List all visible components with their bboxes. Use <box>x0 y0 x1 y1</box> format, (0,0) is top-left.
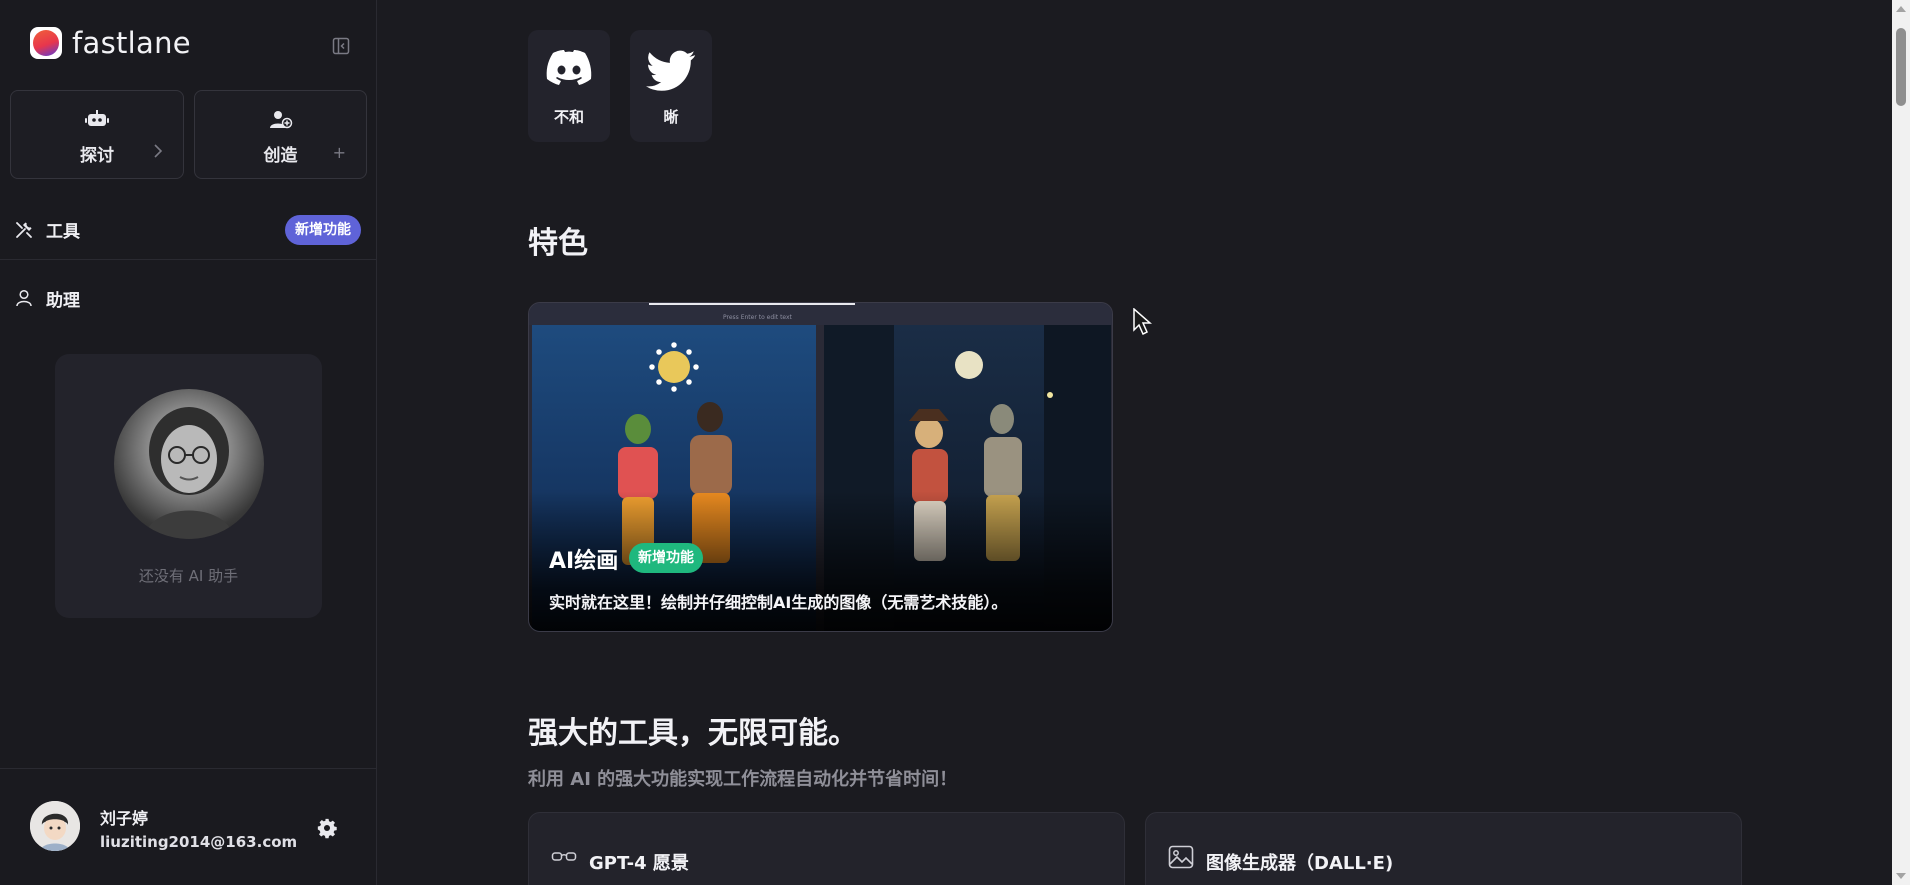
scroll-down-icon[interactable] <box>1896 873 1906 879</box>
collapse-sidebar-icon[interactable] <box>330 35 352 57</box>
discord-icon <box>546 50 592 90</box>
add-user-icon <box>269 109 293 133</box>
tools-icon <box>14 220 34 240</box>
card-topbar: Press Enter to edit text <box>529 303 1112 325</box>
assistant-avatar <box>114 389 264 539</box>
sidebar-item-tools-label: 工具 <box>46 222 80 242</box>
gpt4-vision-card[interactable]: GPT-4 愿景 <box>528 812 1125 885</box>
twitter-button[interactable]: 晰 <box>630 30 712 142</box>
user-icon <box>14 288 34 308</box>
discord-label: 不和 <box>553 108 584 126</box>
sidebar-item-assistant[interactable]: 助理 <box>0 268 377 328</box>
featured-title: 特色 <box>528 226 588 261</box>
avatar[interactable] <box>30 801 80 851</box>
sidebar: fastlane 探讨 创造 + 工具 新增功能 助理 还没有 AI 助手 刘子… <box>0 0 377 885</box>
user-name: 刘子婷 <box>100 809 149 828</box>
gpt4-vision-label: GPT-4 愿景 <box>589 853 689 874</box>
tools-section-subtitle: 利用 AI 的强大功能实现工作流程自动化并节省时间！ <box>528 769 958 790</box>
scroll-up-icon[interactable] <box>1896 6 1906 12</box>
image-icon <box>1168 845 1194 873</box>
user-profile[interactable]: 刘子婷 liuziting2014@163.com <box>0 768 377 885</box>
image-generator-label: 图像生成器（DALL·E) <box>1206 853 1394 874</box>
twitter-label: 晰 <box>663 108 679 126</box>
new-feature-badge: 新增功能 <box>629 543 703 573</box>
mouse-cursor-icon <box>1133 307 1153 340</box>
main-content: 不和 晰 特色 Press Enter to edit text AI绘画 新增… <box>378 0 1892 885</box>
card-title: AI绘画 <box>549 549 619 574</box>
robot-icon <box>85 109 109 133</box>
ai-drawing-card[interactable]: Press Enter to edit text AI绘画 新增功能 实时就在这… <box>528 302 1113 632</box>
brand[interactable]: fastlane <box>30 26 191 60</box>
chevron-right-icon <box>153 143 163 162</box>
glasses-icon <box>551 849 577 869</box>
explore-button[interactable]: 探讨 <box>10 90 184 179</box>
brand-logo-icon <box>30 27 62 59</box>
twitter-icon <box>646 50 696 96</box>
tools-section-title: 强大的工具，无限可能。 <box>528 716 858 751</box>
page-scrollbar[interactable] <box>1892 0 1910 885</box>
image-generator-card[interactable]: 图像生成器（DALL·E) <box>1145 812 1742 885</box>
card-description: 实时就在这里！绘制并仔细控制AI生成的图像（无需艺术技能）。 <box>549 593 1008 612</box>
card-topbar-text: Press Enter to edit text <box>723 314 792 321</box>
scrollbar-thumb[interactable] <box>1896 28 1906 106</box>
sidebar-item-assistant-label: 助理 <box>46 290 80 311</box>
gear-icon[interactable] <box>316 817 338 839</box>
app-window: fastlane 探讨 创造 + 工具 新增功能 助理 还没有 AI 助手 刘子… <box>0 0 1910 885</box>
user-email: liuziting2014@163.com <box>100 833 298 851</box>
assistant-empty-card: 还没有 AI 助手 <box>55 354 322 618</box>
discord-button[interactable]: 不和 <box>528 30 610 142</box>
sidebar-item-tools[interactable]: 工具 新增功能 <box>0 200 377 260</box>
new-feature-badge: 新增功能 <box>285 215 361 245</box>
assistant-empty-text: 还没有 AI 助手 <box>138 567 239 585</box>
brand-name: fastlane <box>72 26 191 60</box>
create-button[interactable]: 创造 + <box>194 90 367 179</box>
plus-icon: + <box>332 143 346 162</box>
